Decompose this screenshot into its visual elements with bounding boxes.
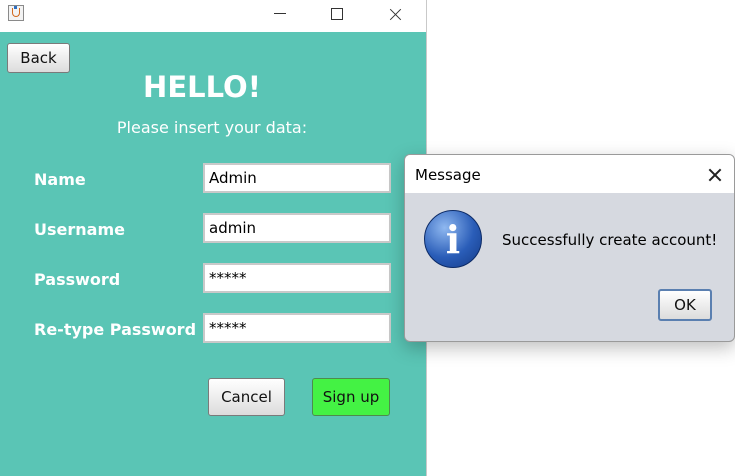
maximize-icon[interactable] — [314, 0, 360, 30]
dialog-close-icon[interactable] — [700, 159, 730, 189]
cancel-button[interactable]: Cancel — [208, 378, 285, 416]
main-window: Back HELLO! Please insert your data: Nam… — [0, 0, 427, 476]
page-subtitle: Please insert your data: — [116, 118, 308, 137]
dialog-title-bar: Message — [405, 155, 734, 193]
title-bar — [0, 0, 426, 32]
minimize-icon[interactable] — [258, 0, 304, 30]
info-icon: i — [424, 210, 482, 268]
close-icon[interactable] — [372, 0, 418, 30]
back-button[interactable]: Back — [7, 43, 70, 73]
dialog-title: Message — [415, 166, 481, 184]
sign-up-button[interactable]: Sign up — [312, 378, 390, 416]
username-field[interactable] — [203, 213, 391, 243]
ok-button[interactable]: OK — [658, 289, 712, 321]
dialog-message: Successfully create account! — [502, 231, 718, 249]
username-label: Username — [34, 220, 125, 239]
message-dialog: Message i Successfully create account! O… — [404, 154, 735, 342]
retype-password-label: Re-type Password — [34, 320, 197, 339]
password-label: Password — [34, 270, 121, 289]
password-field[interactable] — [203, 263, 391, 293]
java-app-icon — [8, 5, 24, 21]
name-label: Name — [34, 170, 86, 189]
name-field[interactable] — [203, 163, 391, 193]
page-title: HELLO! — [143, 70, 261, 104]
retype-password-field[interactable] — [203, 313, 391, 343]
